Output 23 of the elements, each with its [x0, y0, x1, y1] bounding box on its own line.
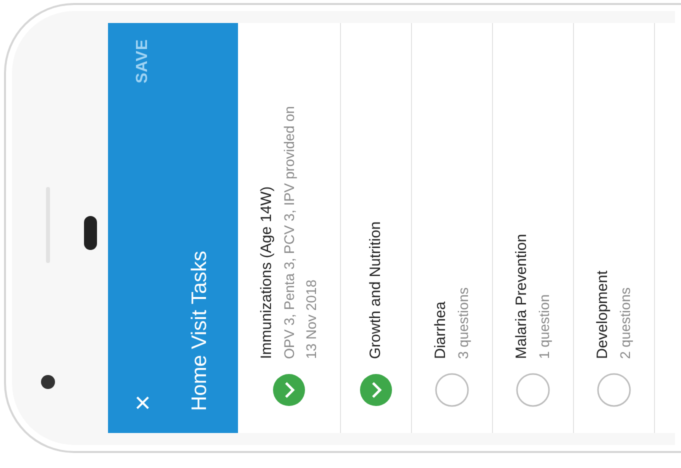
- task-title: Diarrhea: [431, 300, 450, 359]
- task-title: Growth and Nutrition: [366, 220, 385, 359]
- speaker-slot: [84, 216, 97, 250]
- task-row[interactable]: Growth and Nutrition: [341, 23, 412, 433]
- task-row[interactable]: Immunizations (Age 14W) OPV 3, Penta 3, PCV 3, IPV provided on 13 Nov 2018: [238, 23, 341, 433]
- header-title: Home Visit Tasks: [188, 250, 212, 411]
- task-title: Malaria Prevention: [512, 232, 531, 359]
- task-title: Development: [593, 270, 612, 359]
- check-circle-icon[interactable]: [359, 373, 393, 407]
- empty-circle-icon[interactable]: [597, 373, 631, 407]
- task-row[interactable]: Malaria Prevention 1 question: [493, 23, 574, 433]
- task-title: Immunizations (Age 14W): [257, 185, 276, 359]
- task-detail: 1 question: [535, 293, 553, 359]
- check-circle-icon[interactable]: [272, 373, 306, 407]
- task-detail: 3 questions: [454, 286, 472, 359]
- empty-circle-icon[interactable]: [435, 373, 469, 407]
- task-row[interactable]: Diarrhea 3 questions: [412, 23, 493, 433]
- task-row[interactable]: Development 2 questions: [574, 23, 655, 433]
- close-button[interactable]: ×: [129, 394, 157, 411]
- task-detail: 2 questions: [616, 286, 634, 359]
- empty-circle-icon[interactable]: [516, 373, 550, 407]
- task-detail: OPV 3, Penta 3, PCV 3, IPV provided on 13 Nov 2018: [280, 105, 320, 359]
- camera-lens: [41, 375, 55, 389]
